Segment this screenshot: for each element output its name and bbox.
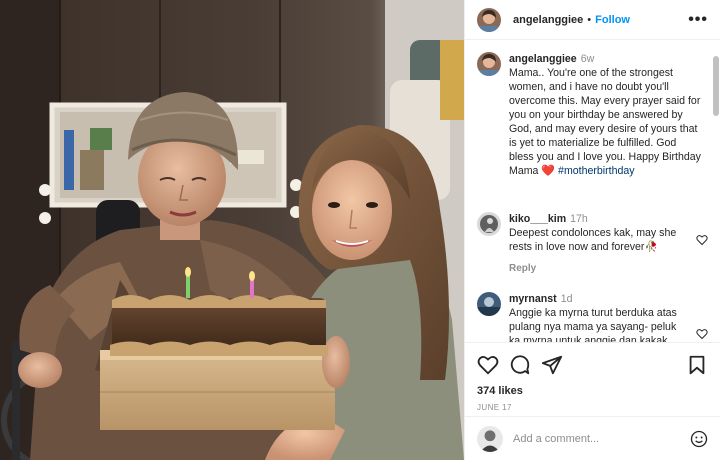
rose-emoji: 🥀 [644, 241, 658, 253]
more-icon[interactable]: ••• [688, 11, 708, 27]
heart-icon[interactable] [477, 354, 499, 376]
post-side-panel: angelanggiee • Follow ••• angelanggiee 6w… [464, 0, 720, 460]
comment-username[interactable]: myrnanst [509, 293, 557, 305]
comment-body: myrnanst 1d Anggie ka myrna turut berduka… [509, 292, 689, 342]
caption-text: Mama.. You're one of the strongest women… [509, 67, 701, 177]
comment-username[interactable]: kiko___kim [509, 213, 566, 225]
comment-input[interactable] [513, 432, 683, 445]
author-username[interactable]: angelanggiee [513, 14, 583, 26]
hashtag-link[interactable]: #motherbirthday [558, 165, 635, 177]
comment-time: 1d [560, 293, 573, 305]
caption-avatar[interactable] [477, 52, 501, 76]
likes-count[interactable]: 374 likes [477, 385, 708, 397]
post-photo-illustration [0, 0, 464, 460]
post-actions: 374 likes JUNE 17 [465, 342, 720, 412]
comment-text: Anggie ka myrna turut berduka atas pulan… [509, 307, 677, 342]
comment-body: kiko___kim 17h Deepest condolonces kak, m… [509, 212, 689, 276]
commenter-avatar[interactable] [477, 292, 501, 316]
comment-heart-icon[interactable] [696, 234, 708, 246]
separator-dot: • [587, 13, 592, 26]
scrollbar-thumb[interactable] [713, 56, 719, 116]
comments-scrollbar[interactable] [713, 44, 719, 340]
emoji-icon[interactable] [690, 430, 708, 448]
caption-username[interactable]: angelanggiee [509, 53, 577, 65]
comment-icon[interactable] [509, 354, 531, 376]
caption-time: 6w [580, 53, 595, 65]
instagram-post: angelanggiee • Follow ••• angelanggiee 6w… [0, 0, 720, 460]
comment-time: 17h [570, 213, 588, 225]
heart-emoji: ❤️ [541, 165, 556, 177]
post-caption: angelanggiee 6w Mama.. You're one of the … [477, 52, 702, 178]
bookmark-icon[interactable] [686, 354, 708, 376]
add-comment-bar [465, 416, 720, 460]
reply-button[interactable]: Reply [509, 262, 536, 276]
action-icons-row [477, 353, 708, 377]
author-avatar[interactable] [477, 7, 501, 32]
comment-heart-icon[interactable] [696, 328, 708, 340]
commenter-avatar[interactable] [477, 212, 501, 236]
post-photo[interactable] [0, 0, 464, 460]
follow-button[interactable]: Follow [595, 14, 630, 26]
comment-item: myrnanst 1d Anggie ka myrna turut berduka… [477, 292, 710, 342]
caption-text-block: angelanggiee 6w Mama.. You're one of the … [509, 52, 702, 178]
comment-item: kiko___kim 17h Deepest condolonces kak, m… [477, 212, 710, 276]
post-date[interactable]: JUNE 17 [477, 403, 708, 412]
viewer-avatar [477, 425, 503, 452]
share-icon[interactable] [541, 354, 563, 376]
post-header: angelanggiee • Follow ••• [465, 0, 720, 40]
